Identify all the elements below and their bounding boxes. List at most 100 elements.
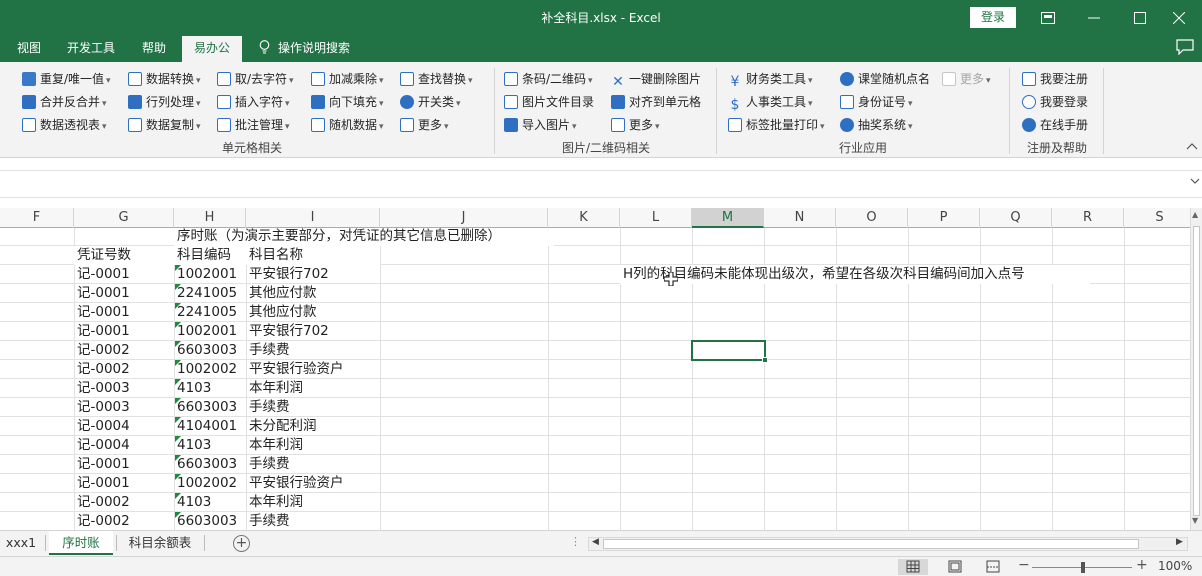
ribbon-btn-replace[interactable]: 查找替换 ▾ xyxy=(400,69,473,89)
ribbon-btn-copy[interactable]: 数据复制 ▾ xyxy=(128,115,201,135)
horizontal-scrollbar[interactable]: ◀ ▶ xyxy=(588,537,1188,551)
formula-bar[interactable] xyxy=(0,170,1202,198)
collapse-ribbon-icon[interactable] xyxy=(1186,140,1198,153)
code-cell[interactable]: 1002002 xyxy=(174,474,237,493)
scroll-up-icon[interactable]: ▲ xyxy=(1192,210,1198,219)
scroll-right-icon[interactable]: ▶ xyxy=(1176,537,1183,547)
minimize-icon[interactable] xyxy=(1071,0,1117,36)
normal-view-icon[interactable] xyxy=(898,559,928,575)
ribbon-btn-more-2[interactable]: 更多 ▾ xyxy=(611,115,660,135)
expand-formula-icon[interactable] xyxy=(1190,177,1200,187)
ribbon-btn-calc[interactable]: 加减乘除 ▾ xyxy=(311,69,384,89)
ribbon-btn-toggle[interactable]: 开关类 ▾ xyxy=(400,92,461,112)
name-cell[interactable]: 手续费 xyxy=(246,512,290,530)
voucher-cell[interactable]: 记-0002 xyxy=(74,341,130,360)
ribbon-btn-print-label[interactable]: 标签批量打印 ▾ xyxy=(728,115,825,135)
name-cell[interactable]: 平安银行702 xyxy=(246,265,380,284)
name-cell[interactable]: 本年利润 xyxy=(246,379,303,398)
voucher-cell[interactable]: 记-0001 xyxy=(74,303,130,322)
close-icon[interactable] xyxy=(1156,0,1202,36)
menu-help[interactable]: 帮助 xyxy=(142,36,166,62)
ribbon-btn-register[interactable]: 我要注册 xyxy=(1022,69,1088,89)
code-cell[interactable]: 6603003 xyxy=(174,341,237,360)
column-header-h[interactable]: H xyxy=(174,208,246,228)
name-cell[interactable]: 本年利润 xyxy=(246,436,303,455)
ribbon-btn-merge[interactable]: 合并反合并 ▾ xyxy=(22,92,107,112)
ribbon-btn-image-folder[interactable]: 图片文件目录 xyxy=(504,92,594,112)
voucher-cell[interactable]: 记-0004 xyxy=(74,417,130,436)
voucher-cell[interactable]: 记-0003 xyxy=(74,379,130,398)
menu-view[interactable]: 视图 xyxy=(17,36,41,62)
name-cell[interactable]: 其他应付款 xyxy=(246,284,317,303)
tell-me-search[interactable]: 操作说明搜索 xyxy=(259,36,350,62)
code-cell[interactable]: 2241005 xyxy=(174,284,237,303)
header-code-cell[interactable]: 科目编码 xyxy=(174,246,246,265)
zoom-out-icon[interactable]: − xyxy=(1018,557,1030,573)
ribbon-btn-align[interactable]: 对齐到单元格 xyxy=(611,92,701,112)
voucher-cell[interactable]: 记-0001 xyxy=(74,322,130,341)
ribbon-btn-duplicate[interactable]: 重复/唯一值 ▾ xyxy=(22,69,111,89)
column-header-f[interactable]: F xyxy=(0,208,74,228)
page-break-view-icon[interactable] xyxy=(978,559,1008,575)
tab-options-icon[interactable]: ⋮ xyxy=(570,535,581,548)
ribbon-btn-fill-down[interactable]: 向下填充 ▾ xyxy=(311,92,384,112)
header-name-cell[interactable]: 科目名称 xyxy=(246,246,380,265)
ribbon-btn-manual[interactable]: 在线手册 xyxy=(1022,115,1088,135)
voucher-cell[interactable]: 记-0004 xyxy=(74,436,130,455)
code-cell[interactable]: 6603003 xyxy=(174,398,237,417)
ribbon-btn-random[interactable]: 随机数据 ▾ xyxy=(311,115,384,135)
name-cell[interactable]: 手续费 xyxy=(246,341,290,360)
column-header-r[interactable]: R xyxy=(1052,208,1124,228)
voucher-cell[interactable]: 记-0001 xyxy=(74,474,130,493)
voucher-cell[interactable]: 记-0003 xyxy=(74,398,130,417)
ribbon-btn-login[interactable]: 我要登录 xyxy=(1022,92,1088,112)
zoom-level[interactable]: 100% xyxy=(1158,559,1192,573)
login-button[interactable]: 登录 xyxy=(970,7,1016,28)
code-cell[interactable]: 6603003 xyxy=(174,512,237,530)
column-header-i[interactable]: I xyxy=(246,208,380,228)
name-cell[interactable]: 手续费 xyxy=(246,455,290,474)
ribbon-btn-hr[interactable]: $ 人事类工具 ▾ xyxy=(728,92,813,112)
voucher-cell[interactable]: 记-0001 xyxy=(74,284,130,303)
code-cell[interactable]: 4104001 xyxy=(174,417,237,436)
fill-handle[interactable] xyxy=(762,357,768,363)
menu-developer[interactable]: 开发工具 xyxy=(67,36,115,62)
active-cell-selection[interactable] xyxy=(691,340,768,363)
column-header-j[interactable]: J xyxy=(380,208,548,228)
column-header-p[interactable]: P xyxy=(908,208,980,228)
name-cell[interactable]: 平安银行验资户 xyxy=(246,360,344,379)
vertical-scrollbar[interactable]: ▲ ▼ xyxy=(1190,208,1202,530)
name-cell[interactable]: 未分配利润 xyxy=(246,417,317,436)
scroll-down-icon[interactable]: ▼ xyxy=(1192,516,1198,525)
scroll-left-icon[interactable]: ◀ xyxy=(592,537,599,547)
header-voucher-cell[interactable]: 凭证号数 xyxy=(74,246,174,265)
column-header-s[interactable]: S xyxy=(1124,208,1196,228)
column-header-l[interactable]: L xyxy=(620,208,692,228)
ribbon-btn-more-1[interactable]: 更多 ▾ xyxy=(400,115,449,135)
ribbon-btn-more-3[interactable]: 更多 ▾ xyxy=(942,69,991,89)
code-cell[interactable]: 1002001 xyxy=(174,265,246,284)
vertical-scroll-thumb[interactable] xyxy=(1193,226,1200,516)
column-header-m[interactable]: M xyxy=(692,208,764,228)
name-cell[interactable]: 平安银行验资户 xyxy=(246,474,344,493)
voucher-cell[interactable]: 记-0002 xyxy=(74,512,130,530)
ribbon-btn-finance[interactable]: ¥ 财务类工具 ▾ xyxy=(728,69,813,89)
menu-yibangong[interactable]: 易办公 xyxy=(182,36,242,62)
ribbon-btn-pivot[interactable]: 数据透视表 ▾ xyxy=(22,115,107,135)
page-layout-view-icon[interactable] xyxy=(940,559,970,575)
ribbon-btn-delete-images[interactable]: ✕ 一键删除图片 xyxy=(611,69,701,89)
ribbon-btn-qrcode[interactable]: 条码/二维码 ▾ xyxy=(504,69,593,89)
column-header-n[interactable]: N xyxy=(764,208,836,228)
voucher-cell[interactable]: 记-0002 xyxy=(74,360,130,379)
ribbon-btn-idcard[interactable]: 身份证号 ▾ xyxy=(840,92,913,112)
voucher-cell[interactable]: 记-0001 xyxy=(74,265,174,284)
code-cell[interactable]: 1002002 xyxy=(174,360,237,379)
zoom-in-icon[interactable]: + xyxy=(1136,557,1148,573)
sheet-tab-journal[interactable]: 序时账 xyxy=(49,531,113,555)
ribbon-btn-insert[interactable]: 插入字符 ▾ xyxy=(217,92,290,112)
ribbon-btn-comments[interactable]: 批注管理 ▾ xyxy=(217,115,290,135)
code-cell[interactable]: 1002001 xyxy=(174,322,237,341)
column-header-g[interactable]: G xyxy=(74,208,174,228)
column-header-q[interactable]: Q xyxy=(980,208,1052,228)
add-sheet-icon[interactable]: + xyxy=(233,535,250,552)
